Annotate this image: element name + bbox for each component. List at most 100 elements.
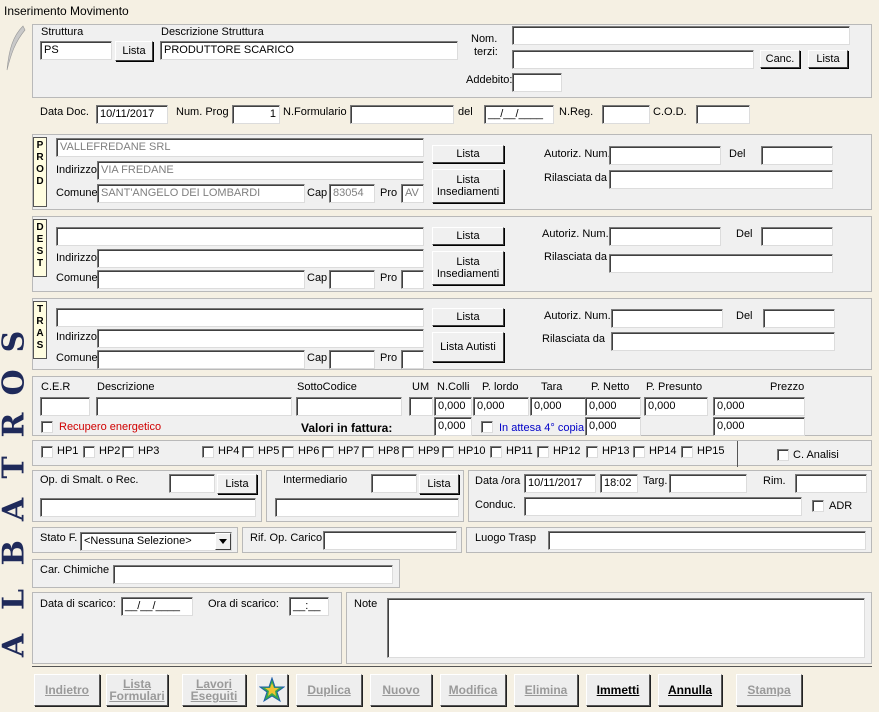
ncolli-input[interactable]: 0,000	[434, 397, 472, 416]
hp-checkbox[interactable]	[681, 446, 693, 458]
struttura-input[interactable]: PS	[40, 41, 112, 60]
hp-checkbox[interactable]	[537, 446, 549, 458]
luogo-trasp-input[interactable]	[548, 531, 866, 550]
nom-terzi-lista-button[interactable]: Lista	[808, 50, 848, 68]
in-attesa-input[interactable]: 0,000	[585, 417, 641, 436]
prod-del-input[interactable]	[761, 146, 833, 165]
hp-checkbox[interactable]	[633, 446, 645, 458]
tras-indirizzo-input[interactable]	[97, 329, 424, 348]
hp-checkbox[interactable]	[322, 446, 334, 458]
nom-terzi-input-2[interactable]	[512, 50, 754, 69]
ora-input[interactable]: 18:02	[600, 474, 638, 493]
dest-name-input[interactable]	[56, 227, 424, 246]
hp-checkbox[interactable]	[402, 446, 414, 458]
hp-checkbox[interactable]	[41, 446, 53, 458]
pnetto-input[interactable]: 0,000	[585, 397, 641, 416]
dest-autoriz-input[interactable]	[609, 227, 721, 246]
c-analisi-checkbox[interactable]	[777, 449, 789, 461]
adr-checkbox[interactable]	[812, 500, 824, 512]
hp-checkbox[interactable]	[83, 446, 95, 458]
prod-cap-input[interactable]: 83054	[329, 184, 375, 203]
intermediario-lista-button[interactable]: Lista	[419, 474, 459, 494]
hp-checkbox[interactable]	[586, 446, 598, 458]
annulla-button[interactable]: Annulla	[658, 674, 722, 706]
sottocodice-input[interactable]	[296, 397, 402, 416]
prod-name-input[interactable]: VALLEFREDANE SRL	[56, 138, 424, 157]
plordo-input[interactable]: 0,000	[473, 397, 529, 416]
in-attesa-checkbox[interactable]	[481, 421, 493, 433]
rif-op-carico-input[interactable]	[323, 531, 457, 550]
duplica-button[interactable]: Duplica	[296, 674, 362, 706]
um-input[interactable]	[409, 397, 433, 416]
lista-autisti-button[interactable]: Lista Autisti	[432, 332, 504, 362]
dest-pro-input[interactable]	[401, 270, 424, 289]
op-smalt-desc-input[interactable]	[40, 498, 256, 517]
hp-checkbox[interactable]	[442, 446, 454, 458]
tras-name-input[interactable]	[56, 308, 424, 327]
descrizione-input[interactable]	[96, 397, 292, 416]
dest-indirizzo-input[interactable]	[97, 249, 424, 268]
intermediario-desc-input[interactable]	[275, 498, 459, 517]
dest-rilasciata-input[interactable]	[609, 254, 833, 273]
dest-cap-input[interactable]	[329, 270, 375, 289]
prod-comune-input[interactable]: SANT'ANGELO DEI LOMBARDI	[97, 184, 305, 203]
hp-checkbox[interactable]	[202, 446, 214, 458]
valori-fattura-input[interactable]: 0,000	[434, 417, 472, 436]
struttura-lista-button[interactable]: Lista	[115, 41, 153, 61]
ora-scarico-input[interactable]: __:__	[289, 597, 329, 616]
n-formulario-input[interactable]	[350, 105, 454, 124]
prezzo-input[interactable]: 0,000	[713, 397, 805, 416]
tras-autoriz-input[interactable]	[611, 309, 723, 328]
del-date-input[interactable]: __/__/____	[484, 105, 554, 124]
prod-rilasciata-input[interactable]	[609, 170, 833, 189]
nom-terzi-input[interactable]	[512, 26, 850, 45]
tras-del-input[interactable]	[763, 309, 835, 328]
stampa-button[interactable]: Stampa	[736, 674, 802, 706]
tara-input[interactable]: 0,000	[530, 397, 586, 416]
dest-del-input[interactable]	[761, 227, 833, 246]
prod-lista-button[interactable]: Lista	[432, 145, 504, 163]
modifica-button[interactable]: Modifica	[440, 674, 506, 706]
car-chimiche-input[interactable]	[113, 565, 393, 584]
prod-indirizzo-input[interactable]: VIA FREDANE	[97, 161, 424, 180]
prezzo-2-input[interactable]: 0,000	[713, 417, 805, 436]
tras-comune-input[interactable]	[97, 350, 305, 369]
data-scarico-input[interactable]: __/__/____	[121, 597, 193, 616]
intermediario-code-input[interactable]	[371, 474, 417, 493]
recupero-energetico-checkbox[interactable]	[41, 421, 53, 433]
lista-formulari-button[interactable]: Lista Formulari	[106, 674, 168, 706]
chevron-down-icon[interactable]	[215, 533, 231, 550]
stato-f-select[interactable]: <Nessuna Selezione>	[80, 532, 232, 551]
hp-checkbox[interactable]	[282, 446, 294, 458]
conduc-input[interactable]	[524, 497, 802, 516]
immetti-button[interactable]: Immetti	[586, 674, 650, 706]
indietro-button[interactable]: Indietro	[34, 674, 100, 706]
dest-comune-input[interactable]	[97, 270, 305, 289]
num-prog-input[interactable]: 1	[232, 105, 280, 124]
tras-lista-button[interactable]: Lista	[432, 308, 504, 326]
prod-autoriz-input[interactable]	[609, 146, 721, 165]
hp-checkbox[interactable]	[490, 446, 502, 458]
elimina-button[interactable]: Elimina	[514, 674, 578, 706]
star-button[interactable]	[256, 674, 288, 706]
hp-checkbox[interactable]	[242, 446, 254, 458]
cod-input[interactable]	[696, 105, 750, 124]
hp-checkbox[interactable]	[122, 446, 134, 458]
tras-pro-input[interactable]	[401, 350, 424, 369]
addebito-input[interactable]	[512, 73, 562, 92]
note-textarea[interactable]	[387, 598, 865, 658]
targ-input[interactable]	[669, 474, 747, 493]
hp-checkbox[interactable]	[362, 446, 374, 458]
n-reg-input[interactable]	[602, 105, 650, 124]
dest-lista-button[interactable]: Lista	[432, 227, 504, 245]
cer-input[interactable]	[40, 397, 90, 416]
prod-lista-insediamenti-button[interactable]: Lista Insediamenti	[432, 169, 504, 203]
dest-lista-insediamenti-button[interactable]: Lista Insediamenti	[432, 251, 504, 285]
op-smalt-code-input[interactable]	[169, 474, 215, 493]
data-input[interactable]: 10/11/2017	[524, 474, 596, 493]
nuovo-button[interactable]: Nuovo	[370, 674, 432, 706]
prod-pro-input[interactable]: AV	[401, 184, 424, 203]
tras-cap-input[interactable]	[329, 350, 375, 369]
rim-input[interactable]	[795, 474, 867, 493]
descrizione-struttura-input[interactable]: PRODUTTORE SCARICO	[160, 41, 458, 60]
